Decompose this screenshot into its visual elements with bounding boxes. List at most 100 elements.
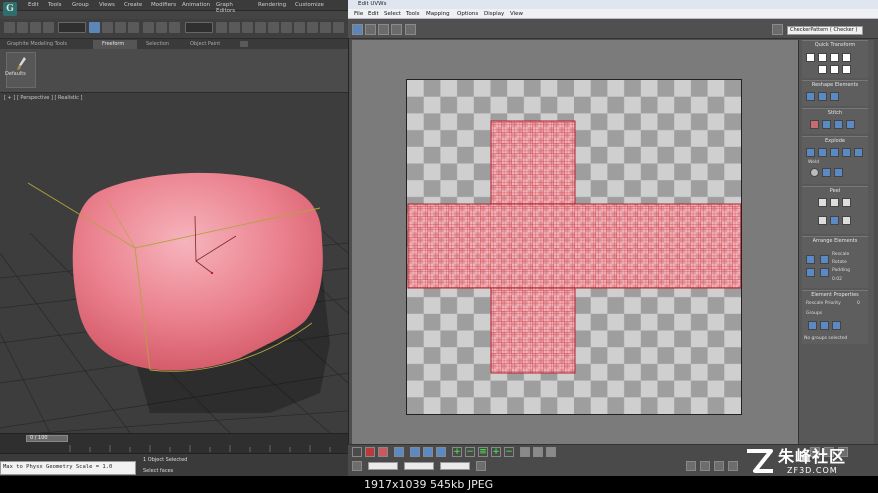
link-icon[interactable] [30,22,41,33]
curve-editor-icon[interactable] [333,22,344,33]
uv-tile-frame[interactable] [406,79,742,415]
menu-create[interactable]: Create [124,2,142,8]
rect-selection-icon[interactable] [115,22,126,33]
flatten-icon[interactable] [830,148,839,157]
ring-grow-icon[interactable]: + [491,447,501,457]
select-by-name-icon[interactable] [102,22,113,33]
relax-settings-icon[interactable] [830,92,839,101]
padding-value[interactable]: 0.02 [832,277,842,283]
uv-mirror-icon[interactable] [405,24,416,35]
select-element-icon[interactable] [394,447,404,457]
seam-icon[interactable] [818,216,827,225]
pack-normalize-icon[interactable] [820,255,829,264]
angle-snap-icon[interactable] [268,22,279,33]
zoom-extents-icon[interactable] [728,461,738,471]
paint-shrink-icon[interactable] [546,447,556,457]
uv-menu-display[interactable]: Display [484,11,504,17]
straighten-icon[interactable] [806,92,815,101]
snaps-toggle-icon[interactable] [255,22,266,33]
u-value-spinner[interactable] [368,462,398,470]
loop-icon[interactable] [436,447,446,457]
menu-animation[interactable]: Animation [182,2,210,8]
align-h-icon[interactable] [818,53,827,62]
weld-target-icon[interactable] [822,168,831,177]
menu-customize[interactable]: Customize [295,2,324,8]
menu-edit[interactable]: Edit [28,2,39,8]
uv-menu-tools[interactable]: Tools [406,11,420,17]
shrink-icon[interactable] [423,447,433,457]
move-icon[interactable] [143,22,154,33]
relax-icon[interactable] [818,92,827,101]
space-v-icon[interactable] [830,65,839,74]
defaults-brush-button[interactable] [6,52,36,88]
menu-rendering[interactable]: Rendering [258,2,286,8]
select-edge-icon[interactable] [365,447,375,457]
app-logo-icon[interactable]: G [3,2,17,16]
keyboard-shortcut-icon[interactable] [242,22,253,33]
uv-scale-icon[interactable] [378,24,389,35]
space-h-icon[interactable] [818,65,827,74]
select-object-icon[interactable] [89,22,100,33]
rescale-priority-value[interactable]: 0 [857,301,860,307]
zoom-icon[interactable] [700,461,710,471]
uv-menu-edit[interactable]: Edit [368,11,379,17]
select-vertex-icon[interactable] [352,447,362,457]
uv-freeform-icon[interactable] [391,24,402,35]
ring-icon[interactable]: ≡ [478,447,488,457]
w-value-spinner[interactable] [440,462,470,470]
weld-all-icon[interactable] [834,168,843,177]
group-remove-icon[interactable] [832,321,841,330]
paint-grow-icon[interactable] [533,447,543,457]
pack-custom-icon[interactable] [806,255,815,264]
menu-views[interactable]: Views [99,2,115,8]
ribbon-tab-selection[interactable]: Selection [146,42,169,47]
paint-select-icon[interactable] [520,447,530,457]
ribbon-minimize-icon[interactable] [240,41,248,47]
window-crossing-icon[interactable] [128,22,139,33]
lock-selection-icon[interactable] [476,461,486,471]
stitch-target-icon[interactable] [846,120,855,129]
quick-peel-icon[interactable] [818,198,827,207]
plus-icon[interactable]: + [452,447,462,457]
stitch-custom-icon[interactable] [810,120,819,129]
pack-together-icon[interactable] [806,268,815,277]
uv-menu-mapping[interactable]: Mapping [426,11,450,17]
break-icon[interactable] [806,148,815,157]
undo-icon[interactable] [4,22,15,33]
weld-selected-icon[interactable] [810,168,819,177]
group-select-icon[interactable] [808,321,817,330]
v-value-spinner[interactable] [404,462,434,470]
uv-rotate-icon[interactable] [365,24,376,35]
scale-icon[interactable] [169,22,180,33]
point-to-point-seam-icon[interactable] [830,216,839,225]
grow-icon[interactable] [410,447,420,457]
absolute-offset-icon[interactable] [352,461,362,471]
select-face-icon[interactable] [378,447,388,457]
explode-by-mat-icon[interactable] [854,148,863,157]
pivot-center-icon[interactable] [216,22,227,33]
stitch-average-icon[interactable] [834,120,843,129]
group-add-icon[interactable] [820,321,829,330]
detach-icon[interactable] [818,148,827,157]
reference-coord-dropdown[interactable] [185,22,213,33]
pack-settings-icon[interactable] [820,268,829,277]
viewport-label[interactable]: [ + ] [ Perspective ] [ Realistic ] [4,96,82,101]
menu-modifiers[interactable]: Modifiers [151,2,176,8]
layer-manager-icon[interactable] [320,22,331,33]
rotate-icon[interactable] [156,22,167,33]
uv-menu-select[interactable]: Select [384,11,401,17]
ribbon-tab-freeform[interactable]: Freeform [102,42,124,47]
uv-menu-options[interactable]: Options [457,11,478,17]
menu-graph-editors[interactable]: Graph Editors [216,2,235,14]
uv-island-horizontal[interactable] [407,203,742,289]
menu-tools[interactable]: Tools [48,2,62,8]
uv-move-icon[interactable] [352,24,363,35]
peel-mode-icon[interactable] [830,198,839,207]
uv-menu-file[interactable]: File [354,11,363,17]
edge-to-seam-icon[interactable] [842,216,851,225]
align-icon[interactable] [307,22,318,33]
explode-by-sg-icon[interactable] [842,148,851,157]
selection-filter-dropdown[interactable] [58,22,86,33]
uv-menu-view[interactable]: View [510,11,523,17]
uv-show-map-icon[interactable] [772,24,783,35]
